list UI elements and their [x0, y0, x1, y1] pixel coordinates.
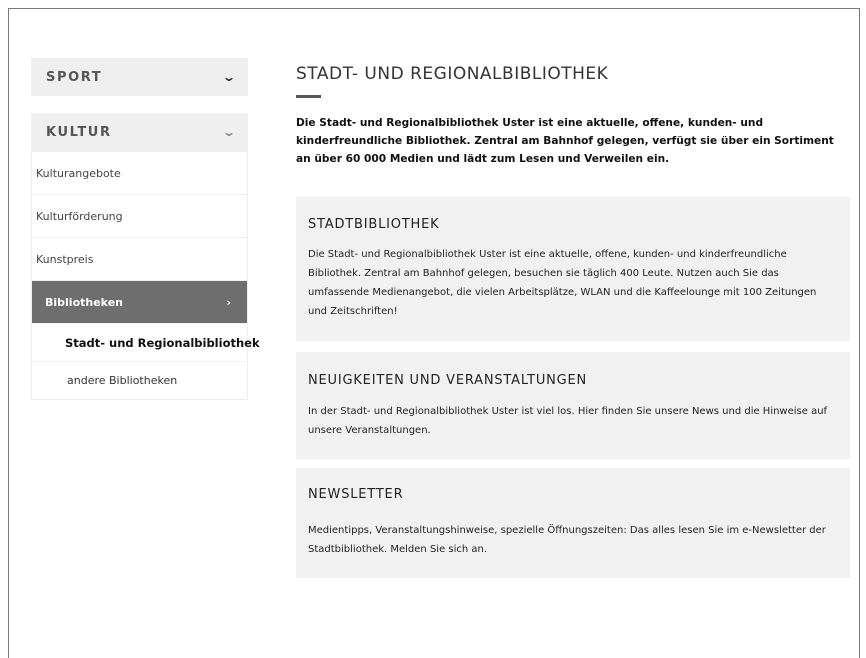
card-title: NEUIGKEITEN UND VERANSTALTUNGEN — [308, 373, 588, 388]
accordion-kultur-label: KULTUR — [46, 124, 112, 140]
chevron-right-icon: › — [226, 295, 231, 309]
page-title: STADT- UND REGIONALBIBLIOTHEK — [296, 64, 609, 84]
card-title: STADTBIBLIOTHEK — [308, 217, 440, 232]
sidebar-item-kulturfoerderung[interactable]: Kulturförderung — [32, 194, 247, 237]
sidebar-item-kunstpreis[interactable]: Kunstpreis — [32, 237, 247, 280]
sidebar-item-label: Kulturförderung — [36, 209, 123, 223]
card-text: Die Stadt- und Regionalbibliothek Uster … — [308, 249, 817, 317]
sidebar-subitem-andere-bibliotheken[interactable]: andere Bibliotheken — [32, 361, 247, 399]
kultur-submenu: Kulturangebote Kulturförderung Kunstprei… — [31, 151, 260, 400]
sidebar-nav: SPORT ⌄ KULTUR ⌄ Kulturangebote Kulturfö… — [31, 58, 260, 400]
sidebar-subitem-stadt-und-regionalbibliothek[interactable]: Stadt- und Regionalbibliothek — [32, 323, 260, 361]
sidebar-item-label: Kulturangebote — [36, 166, 121, 180]
sidebar-item-kulturangebote[interactable]: Kulturangebote — [32, 151, 247, 194]
sidebar-item-label: Kunstpreis — [36, 252, 94, 266]
card-title: NEWSLETTER — [308, 487, 404, 502]
card-text: Medientipps, Veranstaltungshinweise, spe… — [308, 525, 826, 555]
card-text: In der Stadt- und Regionalbibliothek Ust… — [308, 406, 828, 436]
main-content: STADT- UND REGIONALBIBLIOTHEK Die Stadt-… — [296, 58, 850, 578]
sidebar-item-label: Bibliotheken — [45, 295, 123, 309]
sidebar-item-bibliotheken[interactable]: Bibliotheken › — [32, 280, 247, 323]
chevron-down-icon: ⌄ — [221, 125, 237, 139]
accordion-sport[interactable]: SPORT ⌄ — [31, 58, 248, 96]
sidebar-subitem-label: andere Bibliotheken — [67, 374, 178, 387]
chevron-down-icon: ⌄ — [221, 70, 237, 84]
title-underline — [296, 95, 321, 98]
card-newsletter[interactable]: NEWSLETTER Medientipps, Veranstaltungshi… — [296, 468, 850, 578]
sidebar-subitem-label: Stadt- und Regionalbibliothek — [65, 335, 260, 350]
intro-text: Die Stadt- und Regionalbibliothek Uster … — [296, 117, 834, 165]
card-stadtbibliothek[interactable]: STADTBIBLIOTHEK Die Stadt- und Regionalb… — [296, 197, 850, 341]
accordion-sport-label: SPORT — [46, 69, 103, 85]
card-neuigkeiten[interactable]: NEUIGKEITEN UND VERANSTALTUNGEN In der S… — [296, 352, 850, 459]
accordion-kultur[interactable]: KULTUR ⌄ — [31, 113, 248, 151]
